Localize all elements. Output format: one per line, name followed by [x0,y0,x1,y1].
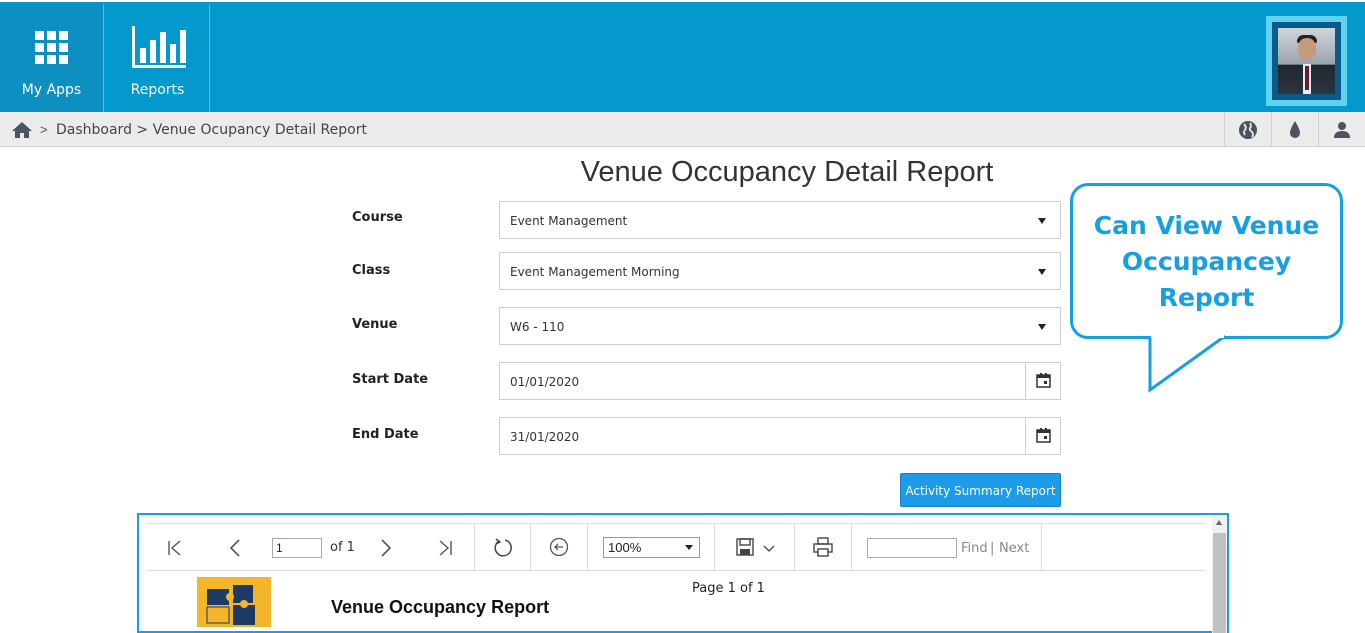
user-icon [1334,122,1350,138]
venue-select[interactable]: W6 - 110 [499,307,1061,345]
end-date-field[interactable]: 31/01/2020 [499,417,1061,455]
start-date-field[interactable]: 01/01/2020 [499,362,1061,400]
refresh-icon[interactable] [493,537,513,557]
home-icon[interactable] [11,121,33,139]
course-value: Event Management [510,214,628,228]
last-page-icon[interactable] [437,540,453,556]
calendar-icon [1036,373,1051,388]
class-label: Class [352,263,391,278]
course-label: Course [352,210,403,225]
grid-icon [34,31,68,64]
venue-label: Venue [352,317,398,332]
callout-line-1: Can View Venue [1093,211,1320,240]
page-count-label: of 1 [330,540,355,555]
profile-button[interactable] [1318,112,1365,147]
bar-chart-icon [131,26,186,68]
find-divider: | [990,541,995,556]
chevron-down-icon [1038,269,1046,275]
course-select[interactable]: Event Management [499,201,1061,239]
chevron-down-icon[interactable] [763,545,775,553]
report-page-info: Page 1 of 1 [692,581,765,596]
chevron-down-icon [685,545,693,550]
page-title: Venue Occupancy Detail Report [580,156,994,188]
scroll-up-icon[interactable] [1216,520,1222,525]
report-viewer: 1 of 1 100% Find | Next Venue Occupancy … [137,513,1229,633]
end-date-value: 31/01/2020 [510,430,580,444]
zoom-value: 100% [608,540,642,555]
next-button[interactable]: Next [999,541,1029,556]
end-date-label: End Date [352,427,419,442]
callout-line-3: Report [1158,283,1255,312]
chevron-down-icon [1038,324,1046,330]
zoom-select[interactable]: 100% [603,537,700,558]
save-icon[interactable] [736,538,754,556]
my-apps-label: My Apps [21,82,82,98]
globe-icon [1239,121,1257,139]
calendar-icon [1036,428,1051,443]
reports-label: Reports [130,82,185,98]
find-input[interactable] [867,538,957,558]
chevron-down-icon [1038,218,1046,224]
drop-icon [1290,121,1300,138]
breadcrumb-separator: > [40,122,48,137]
print-icon[interactable] [813,537,833,557]
callout-bubble: Can View Venue Occupancey Report [1070,183,1343,339]
start-date-picker-button[interactable] [1025,363,1060,399]
report-title: Venue Occupancy Report [331,597,550,617]
find-button[interactable]: Find [961,541,988,556]
reports-tile[interactable]: Reports [106,4,210,114]
globe-button[interactable] [1224,112,1271,147]
breadcrumb: > Dashboard > Venue Ocupancy Detail Repo… [0,112,1365,147]
callout-line-2: Occupancey [1121,247,1292,276]
first-page-icon[interactable] [167,540,183,556]
viewer-toolbar: 1 of 1 100% Find | Next [147,523,1205,571]
page-number-input[interactable]: 1 [272,538,322,558]
venue-value: W6 - 110 [510,320,565,334]
callout-tail [1148,334,1226,393]
breadcrumb-trail[interactable]: Dashboard > Venue Ocupancy Detail Report [56,122,367,138]
avatar-frame [1272,22,1341,100]
next-page-icon[interactable] [379,539,393,557]
previous-page-icon[interactable] [228,539,242,557]
class-select[interactable]: Event Management Morning [499,252,1061,290]
report-logo [197,577,271,627]
scroll-thumb[interactable] [1213,533,1226,633]
end-date-picker-button[interactable] [1025,418,1060,454]
viewer-scrollbar[interactable] [1212,515,1227,633]
activity-summary-report-button[interactable]: Activity Summary Report [900,473,1061,507]
avatar[interactable] [1266,16,1347,106]
avatar-photo [1278,28,1335,94]
start-date-value: 01/01/2020 [510,375,580,389]
theme-button[interactable] [1271,112,1318,147]
start-date-label: Start Date [352,372,429,387]
top-bar: My Apps Reports [0,0,1365,114]
back-icon[interactable] [549,537,569,557]
class-value: Event Management Morning [510,265,680,279]
my-apps-tile[interactable]: My Apps [0,4,104,114]
